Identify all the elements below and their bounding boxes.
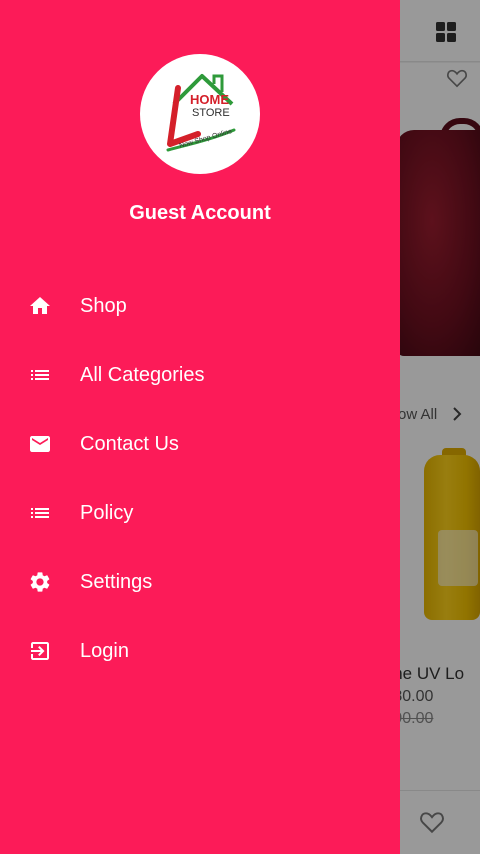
menu-item-all-categories[interactable]: All Categories: [0, 345, 400, 405]
menu-item-contact-us[interactable]: Contact Us: [0, 414, 400, 474]
list-icon: [28, 501, 52, 525]
navigation-drawer: HOME STORE Now Shop Online Guest Account…: [0, 0, 400, 854]
menu-item-policy[interactable]: Policy: [0, 483, 400, 543]
menu-label-settings: Settings: [80, 570, 153, 593]
menu-item-settings[interactable]: Settings: [0, 552, 400, 612]
account-name: Guest Account: [129, 202, 271, 224]
menu-label-all-categories: All Categories: [80, 363, 205, 386]
menu-label-login: Login: [80, 639, 129, 662]
mail-icon: [28, 432, 52, 456]
list-icon: [28, 363, 52, 387]
svg-text:STORE: STORE: [192, 107, 230, 119]
svg-text:HOME: HOME: [190, 92, 229, 107]
login-icon: [28, 639, 52, 663]
menu-label-contact-us: Contact Us: [80, 432, 179, 455]
menu-item-login[interactable]: Login: [0, 621, 400, 681]
menu-label-shop: Shop: [80, 294, 127, 317]
gear-icon: [28, 570, 52, 594]
home-icon: [28, 294, 52, 318]
menu-item-shop[interactable]: Shop: [0, 276, 400, 336]
store-logo: HOME STORE Now Shop Online: [140, 54, 260, 174]
home-store-logo-icon: HOME STORE Now Shop Online: [166, 74, 236, 152]
menu-label-policy: Policy: [80, 501, 134, 524]
